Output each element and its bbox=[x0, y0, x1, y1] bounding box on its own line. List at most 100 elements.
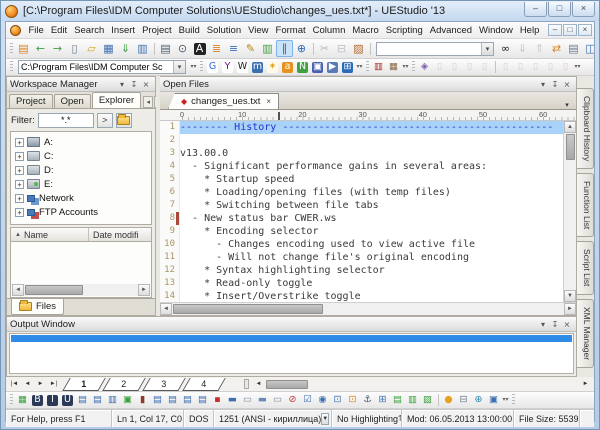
panel-menu-icon[interactable]: ▾ bbox=[537, 319, 549, 330]
tree-item[interactable]: + D: bbox=[13, 163, 149, 177]
side-tab[interactable]: Script List bbox=[577, 241, 594, 294]
toolbar-grip[interactable] bbox=[10, 43, 13, 55]
prev-tab-icon[interactable]: ◄ bbox=[21, 379, 34, 390]
scroll-thumb[interactable] bbox=[25, 285, 83, 295]
door-icon[interactable]: ▮ bbox=[135, 393, 150, 408]
red-block-icon[interactable]: ▪ bbox=[210, 393, 225, 408]
menu-item[interactable]: Edit bbox=[47, 23, 70, 38]
encoding-convert-icon[interactable]: ▯ bbox=[477, 60, 492, 75]
filter-apply-button[interactable]: > bbox=[97, 113, 113, 128]
status-line-ending[interactable]: DOS bbox=[184, 410, 214, 427]
last-tab-icon[interactable]: ►| bbox=[47, 379, 60, 390]
workspace-tab[interactable]: Open bbox=[54, 94, 91, 108]
tree-item[interactable]: + E: bbox=[13, 177, 149, 191]
menu-item[interactable]: Window bbox=[476, 23, 517, 38]
side-tab[interactable]: Clipboard History bbox=[577, 88, 594, 169]
form3-icon[interactable]: ▧ bbox=[420, 393, 435, 408]
word-wrap-icon[interactable]: ∥ bbox=[276, 40, 293, 57]
expand-icon[interactable]: + bbox=[15, 194, 24, 203]
minimize-button[interactable]: – bbox=[524, 2, 547, 17]
find-prev-icon[interactable]: ⇑ bbox=[531, 40, 548, 57]
tabbar-scrollbar[interactable]: ◄ ► bbox=[244, 379, 592, 390]
toolbar-overflow-icon[interactable]: ▾▾ bbox=[401, 64, 410, 70]
expand-icon[interactable]: + bbox=[15, 138, 24, 147]
toolbar-grip[interactable] bbox=[10, 61, 13, 73]
menu-item[interactable]: Macro bbox=[349, 23, 382, 38]
toolbar-overflow-icon[interactable]: ▾▾ bbox=[501, 397, 510, 403]
tree-item[interactable]: + FTP Accounts bbox=[13, 205, 149, 219]
workspace-tab[interactable]: Explorer bbox=[92, 92, 141, 108]
combo-dropdown-icon[interactable]: ▾ bbox=[481, 43, 493, 55]
replace-in-files-icon[interactable]: ▤ bbox=[565, 40, 582, 57]
panel-menu-icon[interactable]: ▾ bbox=[537, 79, 549, 90]
back-icon[interactable]: ← bbox=[32, 40, 49, 57]
toolbar-overflow-icon[interactable]: ▾▾ bbox=[355, 64, 364, 70]
file-list-hscrollbar[interactable]: ◄ ► bbox=[12, 284, 150, 296]
find-next-icon[interactable]: ⇓ bbox=[514, 40, 531, 57]
scroll-right-icon[interactable]: ► bbox=[564, 303, 576, 315]
tabbar-splitter[interactable] bbox=[244, 379, 249, 389]
scroll-thumb[interactable] bbox=[266, 380, 308, 389]
scroll-thumb[interactable] bbox=[566, 134, 575, 160]
menu-item[interactable]: Format bbox=[272, 23, 309, 38]
italic-icon[interactable]: I bbox=[45, 393, 60, 408]
amazon-icon[interactable]: a bbox=[280, 60, 295, 75]
bold-icon[interactable]: B bbox=[30, 393, 45, 408]
replace-icon[interactable]: ⇄ bbox=[548, 40, 565, 57]
radio-icon[interactable]: ◉ bbox=[315, 393, 330, 408]
print-preview-icon[interactable]: ⊙ bbox=[174, 40, 191, 57]
new-file-icon[interactable]: ▯ bbox=[66, 40, 83, 57]
hrule2-icon[interactable]: ▭ bbox=[240, 393, 255, 408]
color-scheme-icon[interactable]: ≣ bbox=[208, 40, 225, 57]
toolbar-grip[interactable] bbox=[412, 61, 415, 73]
encoding-convert-icon[interactable]: ▯ bbox=[543, 60, 558, 75]
scroll-left-icon[interactable]: ◄ bbox=[12, 284, 24, 296]
find-icon[interactable]: ∞ bbox=[497, 40, 514, 57]
hrule4-icon[interactable]: ▭ bbox=[270, 393, 285, 408]
forward-icon[interactable]: → bbox=[49, 40, 66, 57]
layers-icon[interactable]: ⊟ bbox=[456, 393, 471, 408]
unicode-doc-icon[interactable]: ◈ bbox=[417, 60, 432, 75]
scroll-right-icon[interactable]: ► bbox=[138, 284, 150, 296]
scroll-thumb[interactable] bbox=[173, 304, 323, 314]
output-pane-tab[interactable]: 2 bbox=[102, 378, 146, 391]
address-input[interactable] bbox=[19, 62, 173, 72]
tab-scroll-left-icon[interactable]: ◂ bbox=[143, 96, 153, 108]
nobreak-icon[interactable]: ⊘ bbox=[285, 393, 300, 408]
editor-vscrollbar[interactable]: ▲ ▼ bbox=[563, 121, 576, 302]
panel-close-icon[interactable]: × bbox=[140, 79, 152, 90]
expand-icon[interactable]: + bbox=[15, 180, 24, 189]
edit-macro-icon[interactable]: ✎ bbox=[242, 40, 259, 57]
menu-item[interactable]: Scripting bbox=[382, 23, 426, 38]
yahoo-icon[interactable]: Y bbox=[220, 60, 235, 75]
toolbar-overflow-icon[interactable]: ▾▾ bbox=[189, 64, 198, 70]
output-pane-tab[interactable]: 4 bbox=[182, 378, 226, 391]
save-encoding-icon[interactable]: ▦ bbox=[386, 60, 401, 75]
google-icon[interactable]: G bbox=[205, 60, 220, 75]
tv-app-icon[interactable]: ▣ bbox=[310, 60, 325, 75]
anchor-icon[interactable]: ⚓ bbox=[360, 393, 375, 408]
color-wheel-icon[interactable]: ● bbox=[441, 393, 456, 408]
numbers-icon[interactable]: ⊞ bbox=[375, 393, 390, 408]
hrule3-icon[interactable]: ▬ bbox=[255, 393, 270, 408]
image-icon[interactable]: ▣ bbox=[120, 393, 135, 408]
editor-hscrollbar[interactable]: ◄ ► bbox=[160, 302, 576, 315]
font-icon[interactable]: A bbox=[191, 40, 208, 57]
frame-orange-icon[interactable]: ⊡ bbox=[345, 393, 360, 408]
table-insert-icon[interactable]: ▤ bbox=[75, 393, 90, 408]
first-tab-icon[interactable]: |◄ bbox=[8, 379, 21, 390]
next-tab-icon[interactable]: ► bbox=[34, 379, 47, 390]
toolbar-grip[interactable] bbox=[10, 394, 13, 406]
panel-menu-icon[interactable]: ▾ bbox=[116, 79, 128, 90]
encoding-convert-icon[interactable]: ▯ bbox=[462, 60, 477, 75]
menu-item[interactable]: Solution bbox=[203, 23, 244, 38]
panel-pin-icon[interactable]: ↧ bbox=[549, 319, 561, 330]
expand-icon[interactable]: + bbox=[15, 208, 24, 217]
notes-icon[interactable]: ≡ bbox=[225, 40, 242, 57]
encoding-convert-icon[interactable]: ▯ bbox=[528, 60, 543, 75]
dictionary-icon[interactable]: ▥ bbox=[371, 60, 386, 75]
hrule-icon[interactable]: ▬ bbox=[225, 393, 240, 408]
open-recent-icon[interactable]: ▤ bbox=[15, 40, 32, 57]
find-in-files-icon[interactable]: ◫ bbox=[582, 40, 594, 57]
scroll-left-icon[interactable]: ◄ bbox=[160, 303, 172, 315]
